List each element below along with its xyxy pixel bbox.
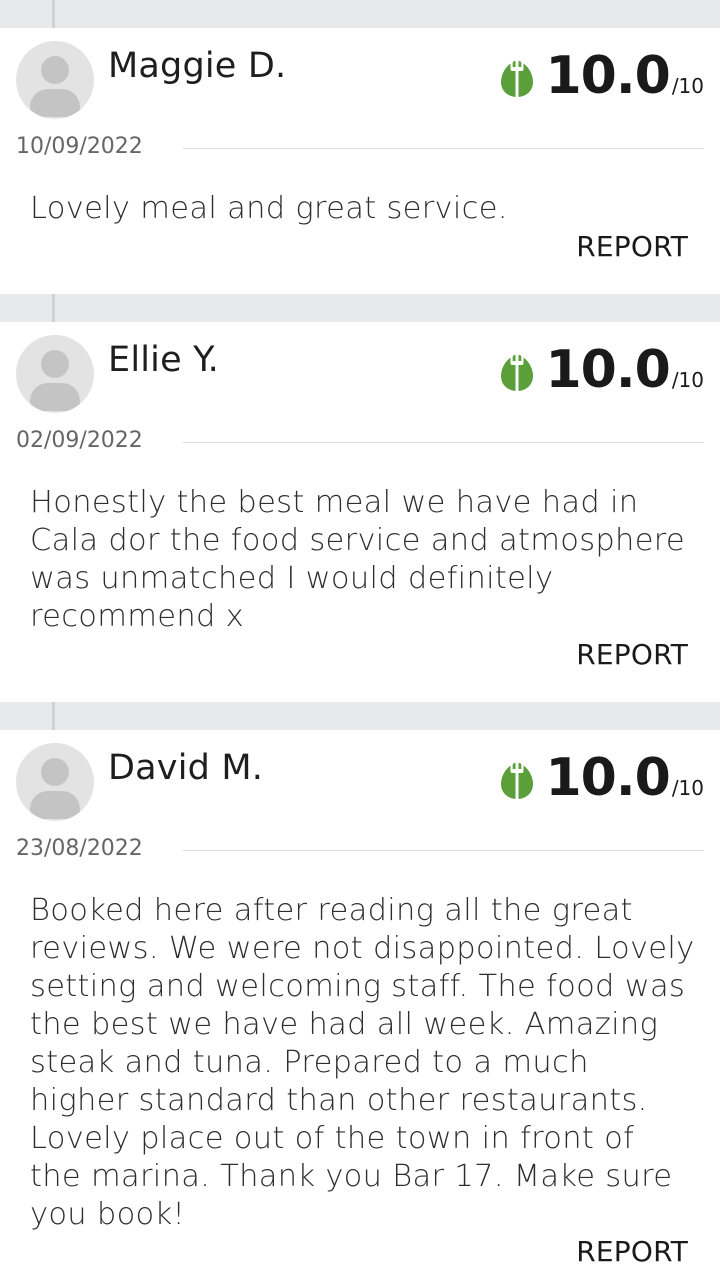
review-date: 02/09/2022	[16, 428, 143, 453]
score-value: 10.0	[545, 46, 671, 106]
score-max: /10	[671, 74, 704, 98]
review-card: David M. 10.0 /10 23/08/2022 Booked here…	[0, 730, 720, 1275]
fork-leaf-icon	[500, 757, 533, 799]
review-card: Ellie Y. 10.0 /10 02/09/2022 Honestly th…	[0, 322, 720, 702]
rating: 10.0 /10	[498, 340, 704, 400]
review-card: Maggie D. 10.0 /10 10/09/2022 Lovely mea…	[0, 28, 720, 294]
separator	[0, 294, 720, 322]
review-text: Honestly the best meal we have had in Ca…	[30, 485, 685, 634]
report-button[interactable]: REPORT	[576, 638, 688, 671]
separator	[0, 702, 720, 730]
review-date: 10/09/2022	[16, 134, 143, 159]
report-button[interactable]: REPORT	[576, 230, 688, 263]
avatar[interactable]	[16, 41, 94, 119]
separator	[0, 0, 720, 28]
reviewer-name: Ellie Y.	[108, 340, 219, 380]
score-max: /10	[671, 368, 704, 392]
avatar[interactable]	[16, 743, 94, 821]
avatar[interactable]	[16, 335, 94, 413]
report-button[interactable]: REPORT	[576, 1235, 688, 1268]
fork-leaf-icon	[500, 55, 533, 97]
fork-leaf-icon	[500, 349, 533, 391]
score-max: /10	[671, 776, 704, 800]
score-value: 10.0	[545, 340, 671, 400]
rating: 10.0 /10	[498, 46, 704, 106]
review-date: 23/08/2022	[16, 836, 143, 861]
divider	[183, 148, 704, 149]
reviewer-name: Maggie D.	[108, 46, 287, 86]
score-value: 10.0	[545, 748, 671, 808]
reviewer-name: David M.	[108, 748, 264, 788]
review-text: Lovely meal and great service.	[30, 191, 508, 226]
rating: 10.0 /10	[498, 748, 704, 808]
review-text: Booked here after reading all the great …	[30, 893, 695, 1232]
divider	[183, 442, 704, 443]
divider	[183, 850, 704, 851]
